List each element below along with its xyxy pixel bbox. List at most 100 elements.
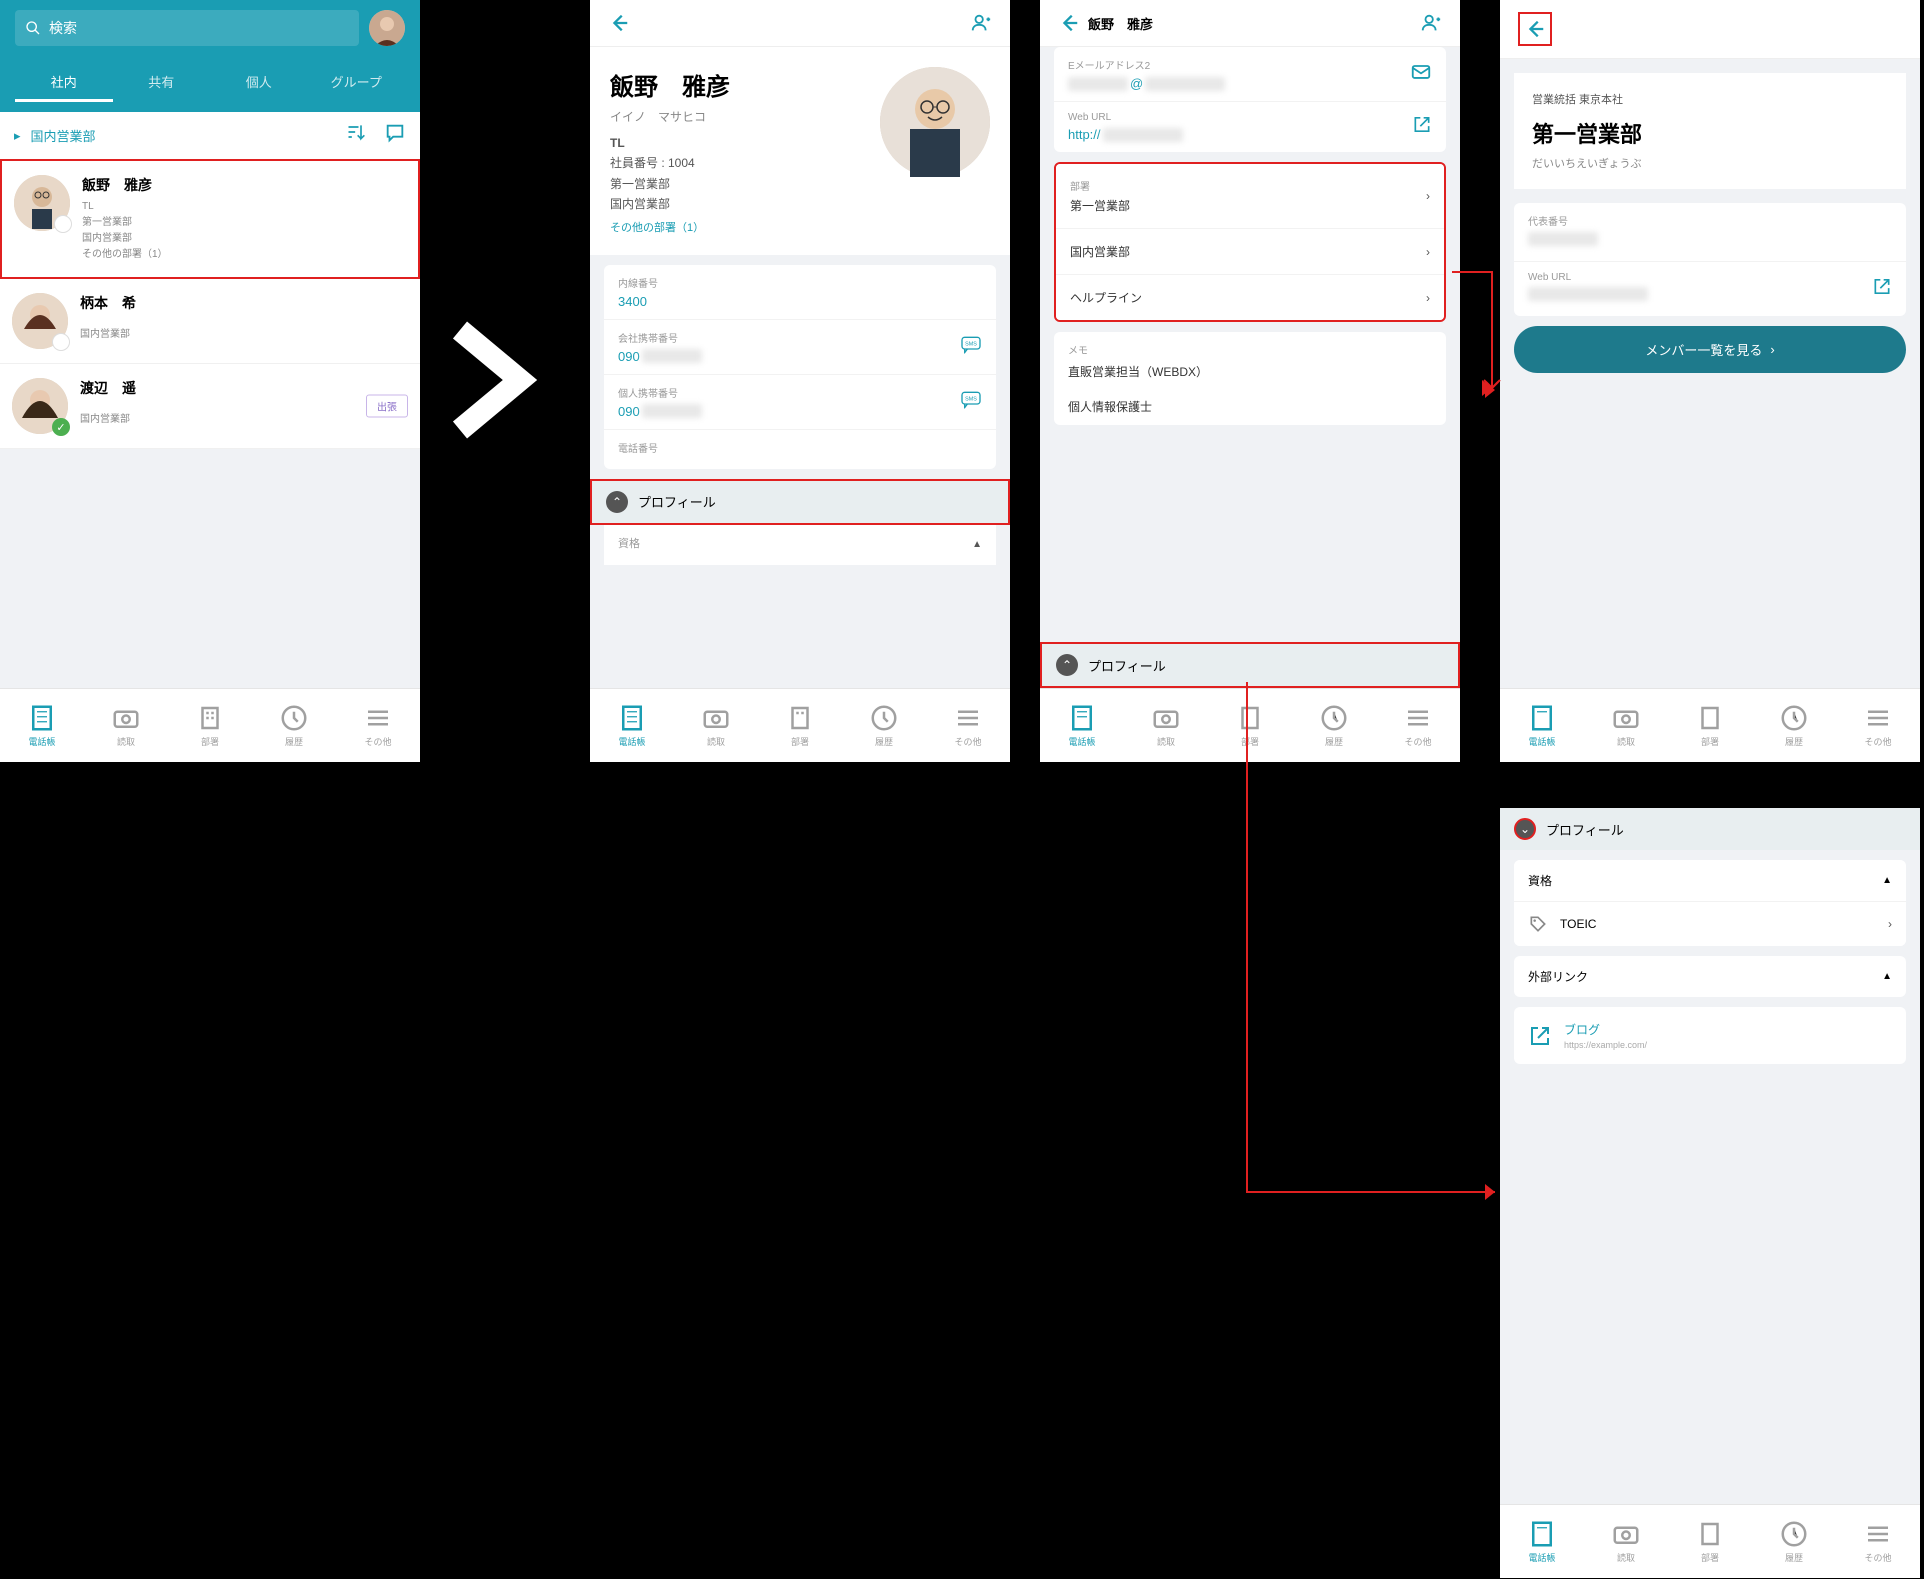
screen-profile-top: 飯野 雅彦 イイノ マサヒコ TL 社員番号 : 1004 第一営業部 国内営業… bbox=[590, 0, 1010, 762]
blurred-value bbox=[642, 404, 702, 418]
profile-role: TL bbox=[610, 133, 868, 153]
field-work-mobile[interactable]: 会社携帯番号 090 SMS bbox=[604, 320, 996, 375]
tab-internal[interactable]: 社内 bbox=[15, 64, 113, 102]
tab-personal[interactable]: 個人 bbox=[210, 64, 308, 102]
sms-icon[interactable]: SMS bbox=[960, 390, 982, 413]
chevron-up-icon: ▲ bbox=[1882, 971, 1892, 982]
nav-contacts[interactable]: 電話帳 bbox=[27, 703, 57, 748]
nav-history[interactable]: 履歴 bbox=[279, 703, 309, 748]
breadcrumb[interactable]: ▸ 国内営業部 bbox=[14, 126, 96, 145]
nav-dept[interactable]: 部署 bbox=[1235, 703, 1265, 748]
search-input[interactable]: 検索 bbox=[15, 10, 359, 46]
qual-header[interactable]: 資格 ▲ bbox=[1514, 860, 1906, 901]
external-link-icon bbox=[1528, 1024, 1552, 1048]
back-button[interactable] bbox=[1058, 12, 1080, 34]
memo-card: メモ 直販営業担当（WEBDX） 個人情報保護士 bbox=[1054, 332, 1446, 425]
field-phone[interactable]: 電話番号 bbox=[604, 430, 996, 469]
field-email2[interactable]: Eメールアドレス2 @ bbox=[1054, 47, 1446, 102]
nav-contacts[interactable]: 電話帳 bbox=[617, 703, 647, 748]
dept-links-card: 部署 第一営業部 › 国内営業部 › ヘルプライン › bbox=[1054, 162, 1446, 322]
field-weburl[interactable]: Web URL bbox=[1514, 262, 1906, 316]
field-personal-mobile[interactable]: 個人携帯番号 090 SMS bbox=[604, 375, 996, 430]
screen-contact-list: 検索 社内 共有 個人 グループ ▸ 国内営業部 飯野 雅彦 T bbox=[0, 0, 420, 762]
member-list-button[interactable]: メンバー一覧を見る › bbox=[1514, 326, 1906, 373]
nav-contacts[interactable]: 電話帳 bbox=[1527, 703, 1557, 748]
external-link-icon[interactable] bbox=[1412, 115, 1432, 140]
nav-scan[interactable]: 読取 bbox=[701, 703, 731, 748]
nav-history[interactable]: 履歴 bbox=[869, 703, 899, 748]
qual-item-toeic[interactable]: TOEIC › bbox=[1514, 901, 1906, 946]
status-badge-trip: 出張 bbox=[366, 395, 408, 418]
contact-card: 代表番号 Web URL bbox=[1514, 203, 1906, 316]
tab-group[interactable]: グループ bbox=[308, 64, 406, 102]
person-dept: 国内営業部 bbox=[80, 412, 408, 428]
tag-icon bbox=[1528, 914, 1548, 934]
helpline-row[interactable]: ヘルプライン › bbox=[1056, 275, 1444, 320]
ext-link-blog[interactable]: ブログ https://example.com/ bbox=[1514, 1007, 1906, 1064]
nav-contacts[interactable]: 電話帳 bbox=[1527, 1519, 1557, 1564]
header bbox=[1500, 0, 1920, 59]
dept-row-2[interactable]: 国内営業部 › bbox=[1056, 229, 1444, 275]
status-badge-available: ✓ bbox=[52, 418, 70, 436]
person-role: TL bbox=[82, 199, 406, 215]
field-weburl[interactable]: Web URL http:// bbox=[1054, 102, 1446, 152]
nav-other[interactable]: その他 bbox=[363, 703, 393, 748]
nav-history[interactable]: 履歴 bbox=[1779, 703, 1809, 748]
nav-dept[interactable]: 部署 bbox=[1695, 703, 1725, 748]
nav-dept[interactable]: 部署 bbox=[1695, 1519, 1725, 1564]
nav-other[interactable]: その他 bbox=[1863, 703, 1893, 748]
add-person-button[interactable] bbox=[1420, 12, 1442, 34]
profile-section-header[interactable]: ⌄ プロフィール bbox=[1500, 808, 1920, 850]
person-row-watanabe[interactable]: ✓ 渡辺 遥 国内営業部 出張 bbox=[0, 364, 420, 449]
sort-icon[interactable] bbox=[346, 122, 366, 149]
field-rep-number[interactable]: 代表番号 bbox=[1514, 203, 1906, 262]
person-dept: 国内営業部 bbox=[80, 327, 408, 343]
ext-links-header[interactable]: 外部リンク ▲ bbox=[1514, 956, 1906, 997]
profile-section-header[interactable]: ⌃ プロフィール bbox=[1040, 642, 1460, 688]
nav-contacts[interactable]: 電話帳 bbox=[1067, 703, 1097, 748]
screen-profile-expanded: ⌄ プロフィール 資格 ▲ TOEIC › 外部リンク ▲ ブログ https:… bbox=[1500, 808, 1920, 1578]
field-extension[interactable]: 内線番号 3400 bbox=[604, 265, 996, 320]
nav-dept[interactable]: 部署 bbox=[785, 703, 815, 748]
nav-other[interactable]: その他 bbox=[1863, 1519, 1893, 1564]
nav-history[interactable]: 履歴 bbox=[1319, 703, 1349, 748]
nav-scan[interactable]: 読取 bbox=[1151, 703, 1181, 748]
profile-extra[interactable]: その他の部署（1） bbox=[610, 219, 868, 235]
nav-scan[interactable]: 読取 bbox=[1611, 703, 1641, 748]
collapse-icon: ⌃ bbox=[1056, 654, 1078, 676]
field-qualifications[interactable]: 資格 ▲ bbox=[604, 525, 996, 565]
nav-other[interactable]: その他 bbox=[953, 703, 983, 748]
comment-icon[interactable] bbox=[384, 122, 406, 149]
person-name: 飯野 雅彦 bbox=[82, 175, 406, 195]
profile-card: 飯野 雅彦 イイノ マサヒコ TL 社員番号 : 1004 第一営業部 国内営業… bbox=[590, 47, 1010, 255]
back-button[interactable] bbox=[608, 12, 630, 34]
dept-card: 営業統括 東京本社 第一営業部 だいいちえいぎょうぶ bbox=[1514, 73, 1906, 189]
bottom-nav: 電話帳 読取 部署 履歴 その他 bbox=[0, 688, 420, 762]
tab-shared[interactable]: 共有 bbox=[113, 64, 211, 102]
profile-section-header[interactable]: ⌃ プロフィール bbox=[590, 479, 1010, 525]
add-person-button[interactable] bbox=[970, 12, 992, 34]
person-row-iino[interactable]: 飯野 雅彦 TL 第一営業部 国内営業部 その他の部署（1） bbox=[0, 159, 420, 279]
dept-row-1[interactable]: 部署 第一営業部 › bbox=[1056, 164, 1444, 229]
svg-text:SMS: SMS bbox=[965, 341, 977, 347]
mail-icon[interactable] bbox=[1410, 61, 1432, 88]
user-avatar[interactable] bbox=[369, 10, 405, 46]
header: 検索 社内 共有 個人 グループ bbox=[0, 0, 420, 112]
avatar bbox=[12, 293, 68, 349]
nav-history[interactable]: 履歴 bbox=[1779, 1519, 1809, 1564]
blurred-value bbox=[1528, 287, 1648, 301]
chevron-right-icon: › bbox=[1426, 291, 1430, 305]
external-link-icon[interactable] bbox=[1872, 277, 1892, 302]
dept-breadcrumb: 営業統括 東京本社 bbox=[1532, 91, 1888, 107]
header bbox=[590, 0, 1010, 47]
nav-scan[interactable]: 読取 bbox=[1611, 1519, 1641, 1564]
nav-scan[interactable]: 読取 bbox=[111, 703, 141, 748]
chevron-right-icon: › bbox=[1426, 245, 1430, 259]
nav-other[interactable]: その他 bbox=[1403, 703, 1433, 748]
sms-icon[interactable]: SMS bbox=[960, 335, 982, 358]
profile-dept1: 第一営業部 bbox=[610, 174, 868, 194]
back-button[interactable] bbox=[1518, 12, 1552, 46]
svg-text:SMS: SMS bbox=[965, 396, 977, 402]
person-row-emoto[interactable]: 柄本 希 国内営業部 bbox=[0, 279, 420, 364]
nav-dept[interactable]: 部署 bbox=[195, 703, 225, 748]
